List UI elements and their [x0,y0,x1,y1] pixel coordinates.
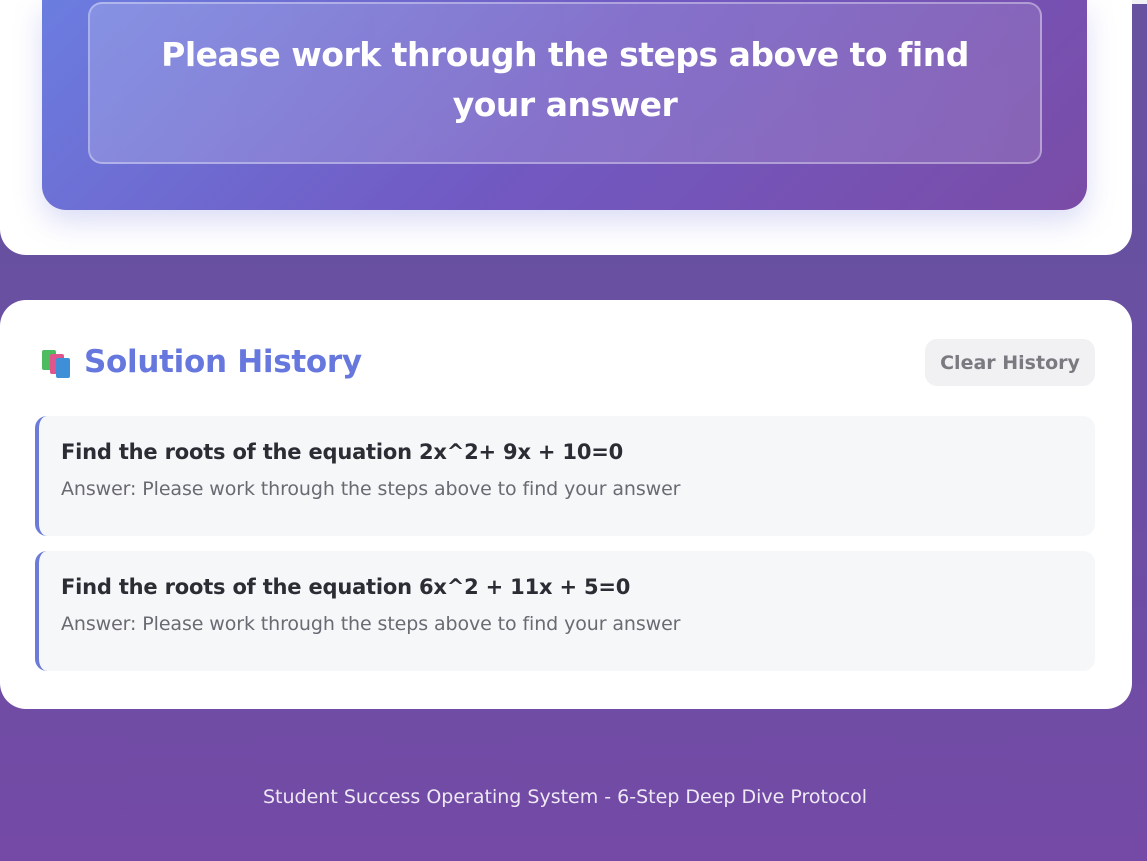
footer-text: Student Success Operating System - 6-Ste… [263,786,867,808]
history-answer: Answer: Please work through the steps ab… [61,613,681,635]
solver-card: Please work through the steps above to f… [0,0,1132,255]
history-header: Solution History [40,338,362,386]
history-question: Find the roots of the equation 2x^2+ 9x … [61,440,624,464]
books-icon [40,346,74,378]
solution-history-card: Solution History Clear History Find the … [0,300,1132,709]
answer-text: Please work through the steps above to f… [161,35,969,124]
history-item[interactable]: Find the roots of the equation 2x^2+ 9x … [35,416,1095,536]
history-item[interactable]: Find the roots of the equation 6x^2 + 11… [35,551,1095,671]
history-question: Find the roots of the equation 6x^2 + 11… [61,575,631,599]
answer-box: Please work through the steps above to f… [88,2,1042,164]
answer-panel: Please work through the steps above to f… [42,0,1087,210]
clear-history-button[interactable]: Clear History [925,339,1095,386]
history-answer: Answer: Please work through the steps ab… [61,478,681,500]
history-title: Solution History [84,344,362,380]
